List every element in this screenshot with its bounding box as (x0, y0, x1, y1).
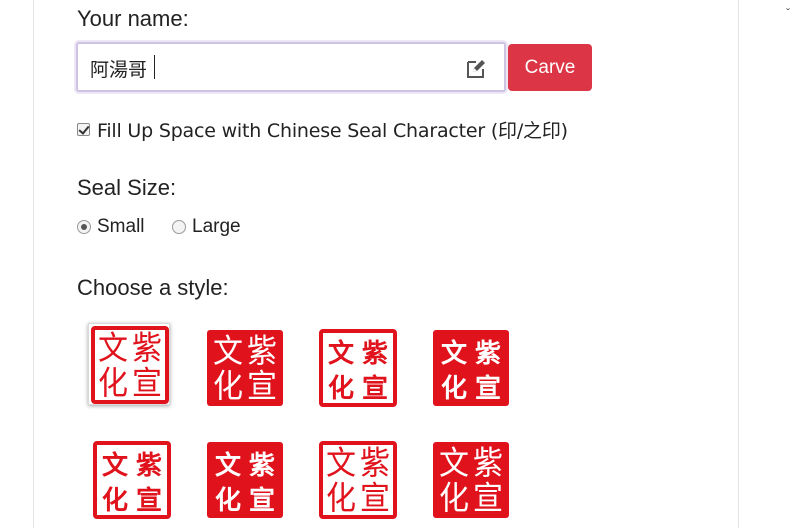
seal-char: 文 (98, 330, 128, 367)
style-option-5[interactable]: 紫文宣化 (91, 439, 173, 521)
edge-glyph: ˇ (786, 6, 790, 20)
style-option-4[interactable]: 紫文宣化 (430, 327, 512, 409)
seal-stamp-3: 紫文宣化 (319, 329, 397, 407)
seal-char: 宣 (136, 485, 162, 516)
seal-char: 化 (213, 368, 243, 405)
seal-stamp-8: 紫文宣化 (433, 442, 509, 518)
seal-char: 化 (441, 374, 467, 404)
seal-char: 化 (326, 480, 356, 517)
size-label-small: Small (97, 216, 145, 237)
check-icon (78, 123, 90, 135)
seal-char: 紫 (249, 451, 275, 481)
seal-char: 宣 (475, 373, 501, 404)
seal-char: 化 (328, 374, 354, 404)
name-input[interactable] (90, 54, 450, 82)
seal-char: 化 (215, 486, 241, 516)
fill-space-option[interactable]: Fill Up Space with Chinese Seal Characte… (77, 116, 568, 143)
size-option-large[interactable]: Large (172, 216, 241, 238)
style-option-2[interactable]: 紫文宣化 (204, 327, 286, 409)
seal-char: 紫 (136, 451, 162, 481)
name-label: Your name: (77, 6, 189, 31)
style-option-3[interactable]: 紫文宣化 (317, 327, 399, 409)
seal-char: 化 (439, 480, 469, 517)
radio-selected-dot (81, 224, 87, 230)
carve-button[interactable]: Carve (508, 44, 592, 91)
seal-char: 文 (326, 445, 356, 482)
seal-char: 宣 (473, 480, 503, 517)
style-option-6[interactable]: 紫文宣化 (204, 439, 286, 521)
seal-char: 宣 (247, 368, 277, 405)
seal-char: 文 (102, 450, 129, 481)
name-field[interactable] (76, 42, 506, 92)
seal-stamp-4: 紫文宣化 (433, 330, 509, 406)
fill-space-label: Fill Up Space with Chinese Seal Characte… (97, 120, 568, 142)
seal-char: 化 (98, 365, 128, 402)
seal-stamp-2: 紫文宣化 (207, 330, 283, 406)
seal-char: 文 (213, 333, 243, 370)
seal-char: 紫 (360, 445, 390, 482)
seal-char: 文 (215, 450, 242, 481)
seal-char: 宣 (360, 480, 390, 517)
size-label-large: Large (192, 216, 241, 237)
seal-stamp-1: 紫文宣化 (91, 326, 169, 404)
seal-char: 紫 (475, 339, 501, 369)
seal-stamp-6: 紫文宣化 (207, 442, 283, 518)
size-radio-large[interactable] (172, 220, 186, 234)
edit-icon[interactable] (464, 57, 488, 81)
seal-char: 紫 (132, 330, 162, 367)
seal-char: 宣 (362, 373, 388, 404)
seal-char: 文 (441, 338, 468, 369)
seal-char: 文 (328, 338, 355, 369)
seal-char: 化 (102, 486, 128, 516)
style-option-1[interactable]: 紫文宣化 (88, 323, 170, 405)
seal-char: 宣 (132, 365, 162, 402)
size-option-small[interactable]: Small (77, 216, 145, 238)
seal-stamp-5: 紫文宣化 (93, 441, 171, 519)
style-option-7[interactable]: 紫文宣化 (317, 439, 399, 521)
seal-char: 紫 (362, 339, 388, 369)
text-caret (154, 55, 155, 79)
seal-char: 紫 (473, 445, 503, 482)
seal-char: 文 (439, 445, 469, 482)
panel-border-right (738, 0, 739, 528)
seal-char: 紫 (247, 333, 277, 370)
seal-size-label: Seal Size: (77, 175, 177, 200)
seal-char: 宣 (249, 485, 275, 516)
size-radio-small[interactable] (77, 220, 91, 234)
panel-border-left (33, 0, 34, 528)
seal-stamp-7: 紫文宣化 (319, 441, 397, 519)
style-label: Choose a style: (77, 275, 229, 300)
style-option-8[interactable]: 紫文宣化 (430, 439, 512, 521)
fill-space-checkbox[interactable] (77, 123, 90, 136)
